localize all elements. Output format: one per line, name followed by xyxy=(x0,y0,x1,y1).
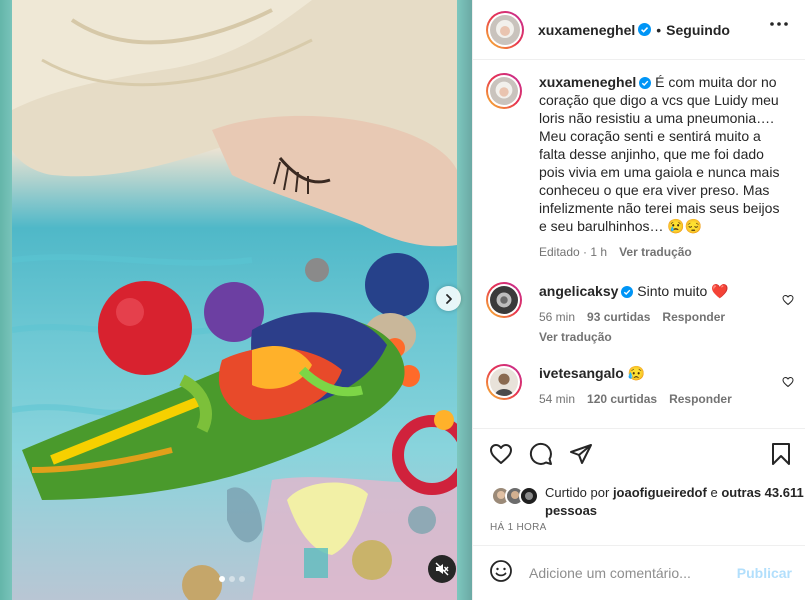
action-buttons xyxy=(489,442,593,471)
post-media[interactable] xyxy=(0,0,472,600)
post-time-ago[interactable]: HÁ 1 HORA xyxy=(490,522,547,533)
save-button[interactable] xyxy=(770,442,792,471)
header-separator: • xyxy=(656,21,662,38)
comment-likes[interactable]: 93 curtidas xyxy=(587,308,650,326)
carousel-dot-3 xyxy=(239,576,245,582)
author-avatar[interactable] xyxy=(486,10,524,49)
comment-bubble-icon xyxy=(529,442,552,465)
carousel-dot-2 xyxy=(229,576,235,582)
comment-body: angelicaksy Sinto muito ❤️ 56 min 93 cur… xyxy=(539,282,784,346)
caption-meta: Editado · 1 h Ver tradução xyxy=(539,243,692,261)
post-side-panel: xuxameneghel • Seguindo xuxameneghel É c… xyxy=(472,0,805,600)
comment-username[interactable]: ivetesangalo xyxy=(539,365,624,381)
comment-likes[interactable]: 120 curtidas xyxy=(587,390,657,408)
avatar-photo xyxy=(490,77,518,105)
caption-text: É com muita dor no coração que digo a vc… xyxy=(539,74,780,234)
likes-summary: Curtido por joaofigueiredof e outras 43.… xyxy=(491,484,805,520)
comment-body: ivetesangalo 😥 54 min 120 curtidas Respo… xyxy=(539,364,784,408)
paper-plane-icon xyxy=(570,444,592,464)
avatar-photo xyxy=(490,286,518,314)
liker-avatar xyxy=(519,486,539,506)
liker-avatars[interactable] xyxy=(491,486,539,520)
caption-time[interactable]: 1 h xyxy=(590,245,607,259)
comments-list[interactable]: xuxameneghel É com muita dor no coração … xyxy=(473,60,805,428)
caption: xuxameneghel É com muita dor no coração … xyxy=(486,73,784,261)
following-button[interactable]: Seguindo xyxy=(666,22,730,38)
comment-time[interactable]: 56 min xyxy=(539,308,575,326)
comment-meta: 56 min 93 curtidas Responder xyxy=(539,308,784,326)
author-username[interactable]: xuxameneghel xyxy=(538,22,635,38)
likes-text: Curtido por joaofigueiredof e outras 43.… xyxy=(545,484,805,520)
chevron-right-icon xyxy=(445,293,452,304)
verified-badge-icon xyxy=(639,77,652,89)
publish-button[interactable]: Publicar xyxy=(737,565,792,581)
next-slide-button[interactable] xyxy=(436,286,461,311)
like-button[interactable] xyxy=(489,442,513,471)
comment-meta: 54 min 120 curtidas Responder xyxy=(539,390,784,408)
like-comment-heart-icon[interactable] xyxy=(782,376,794,388)
comment-text: Sinto muito ❤️ xyxy=(637,283,729,299)
bookmark-icon xyxy=(772,443,790,465)
smiley-icon xyxy=(490,559,512,582)
comment-avatar[interactable] xyxy=(486,282,522,318)
audio-muted-button[interactable] xyxy=(428,555,456,583)
liked-by-prefix: Curtido por xyxy=(545,485,610,500)
more-options-icon[interactable] xyxy=(770,22,788,26)
speaker-muted-icon xyxy=(435,562,449,576)
caption-translate-link[interactable]: Ver tradução xyxy=(619,243,692,261)
verified-badge-icon xyxy=(621,286,634,298)
comment-item: angelicaksy Sinto muito ❤️ 56 min 93 cur… xyxy=(486,282,784,346)
carousel-indicator xyxy=(219,576,245,582)
comment-translate-row: Ver tradução xyxy=(539,328,784,346)
comment-time[interactable]: 54 min xyxy=(539,390,575,408)
comment-translate-link[interactable]: Ver tradução xyxy=(539,328,612,346)
comment-button[interactable] xyxy=(529,442,553,471)
caption-username[interactable]: xuxameneghel xyxy=(539,74,636,90)
carousel-dot-1 xyxy=(219,576,225,582)
comment-input[interactable] xyxy=(529,565,729,581)
post-header: xuxameneghel • Seguindo xyxy=(473,0,805,60)
post-photo xyxy=(12,0,457,600)
caption-body: xuxameneghel É com muita dor no coração … xyxy=(539,73,784,261)
avatar-photo xyxy=(490,368,518,396)
reply-button[interactable]: Responder xyxy=(662,308,725,326)
like-comment-heart-icon[interactable] xyxy=(782,294,794,306)
comment-username[interactable]: angelicaksy xyxy=(539,283,618,299)
caption-edited: Editado xyxy=(539,245,580,259)
comment-avatar[interactable] xyxy=(486,364,522,400)
emoji-button[interactable] xyxy=(489,559,513,588)
reply-button[interactable]: Responder xyxy=(669,390,732,408)
parrot-photo-illustration xyxy=(12,0,457,600)
heart-icon xyxy=(490,444,512,464)
add-comment-bar: Publicar xyxy=(473,545,805,600)
share-button[interactable] xyxy=(569,442,593,471)
caption-avatar[interactable] xyxy=(486,73,522,109)
liked-by-conj: e xyxy=(710,485,718,500)
comment-item: ivetesangalo 😥 54 min 120 curtidas Respo… xyxy=(486,364,784,408)
avatar-photo xyxy=(490,14,520,45)
verified-badge-icon xyxy=(638,23,652,36)
comment-text: 😥 xyxy=(627,365,646,381)
liked-by-user[interactable]: joaofigueiredof xyxy=(613,485,707,500)
